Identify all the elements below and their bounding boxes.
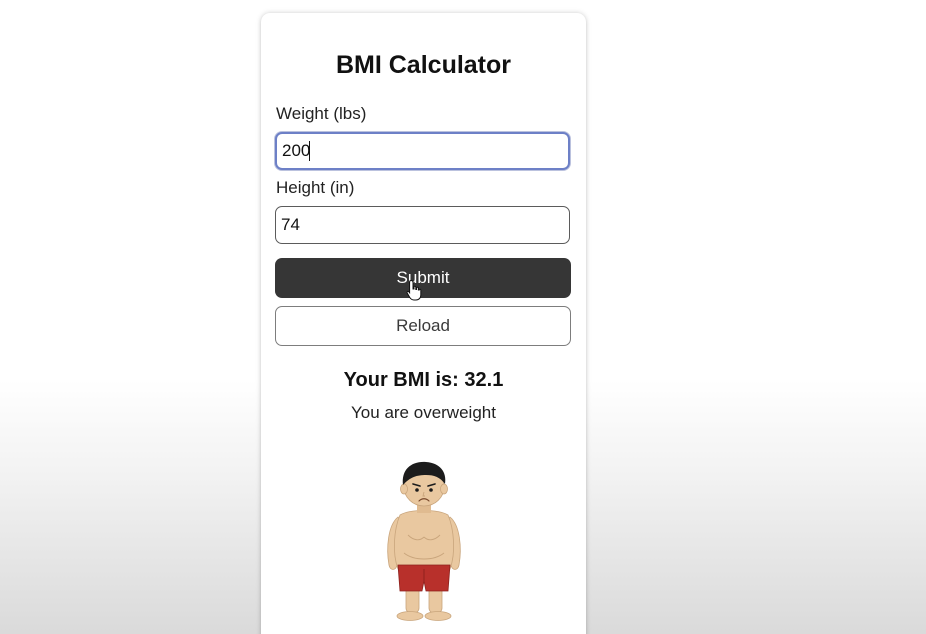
bmi-result: Your BMI is: 32.1 xyxy=(343,369,504,391)
overweight-person-illustration xyxy=(387,461,461,621)
height-label: Height (in) xyxy=(276,178,355,197)
submit-button[interactable]: Submit xyxy=(275,258,571,298)
reload-button[interactable]: Reload xyxy=(275,306,571,346)
weight-label: Weight (lbs) xyxy=(276,104,367,123)
page-title: BMI Calculator xyxy=(335,51,512,79)
text-caret xyxy=(309,141,310,161)
weight-input[interactable] xyxy=(275,132,570,170)
bmi-card: BMI Calculator Weight (lbs) Height (in) … xyxy=(261,13,586,634)
bmi-status: You are overweight xyxy=(351,403,496,422)
hand-pointer-cursor-icon xyxy=(406,279,422,301)
height-input[interactable] xyxy=(275,206,570,244)
